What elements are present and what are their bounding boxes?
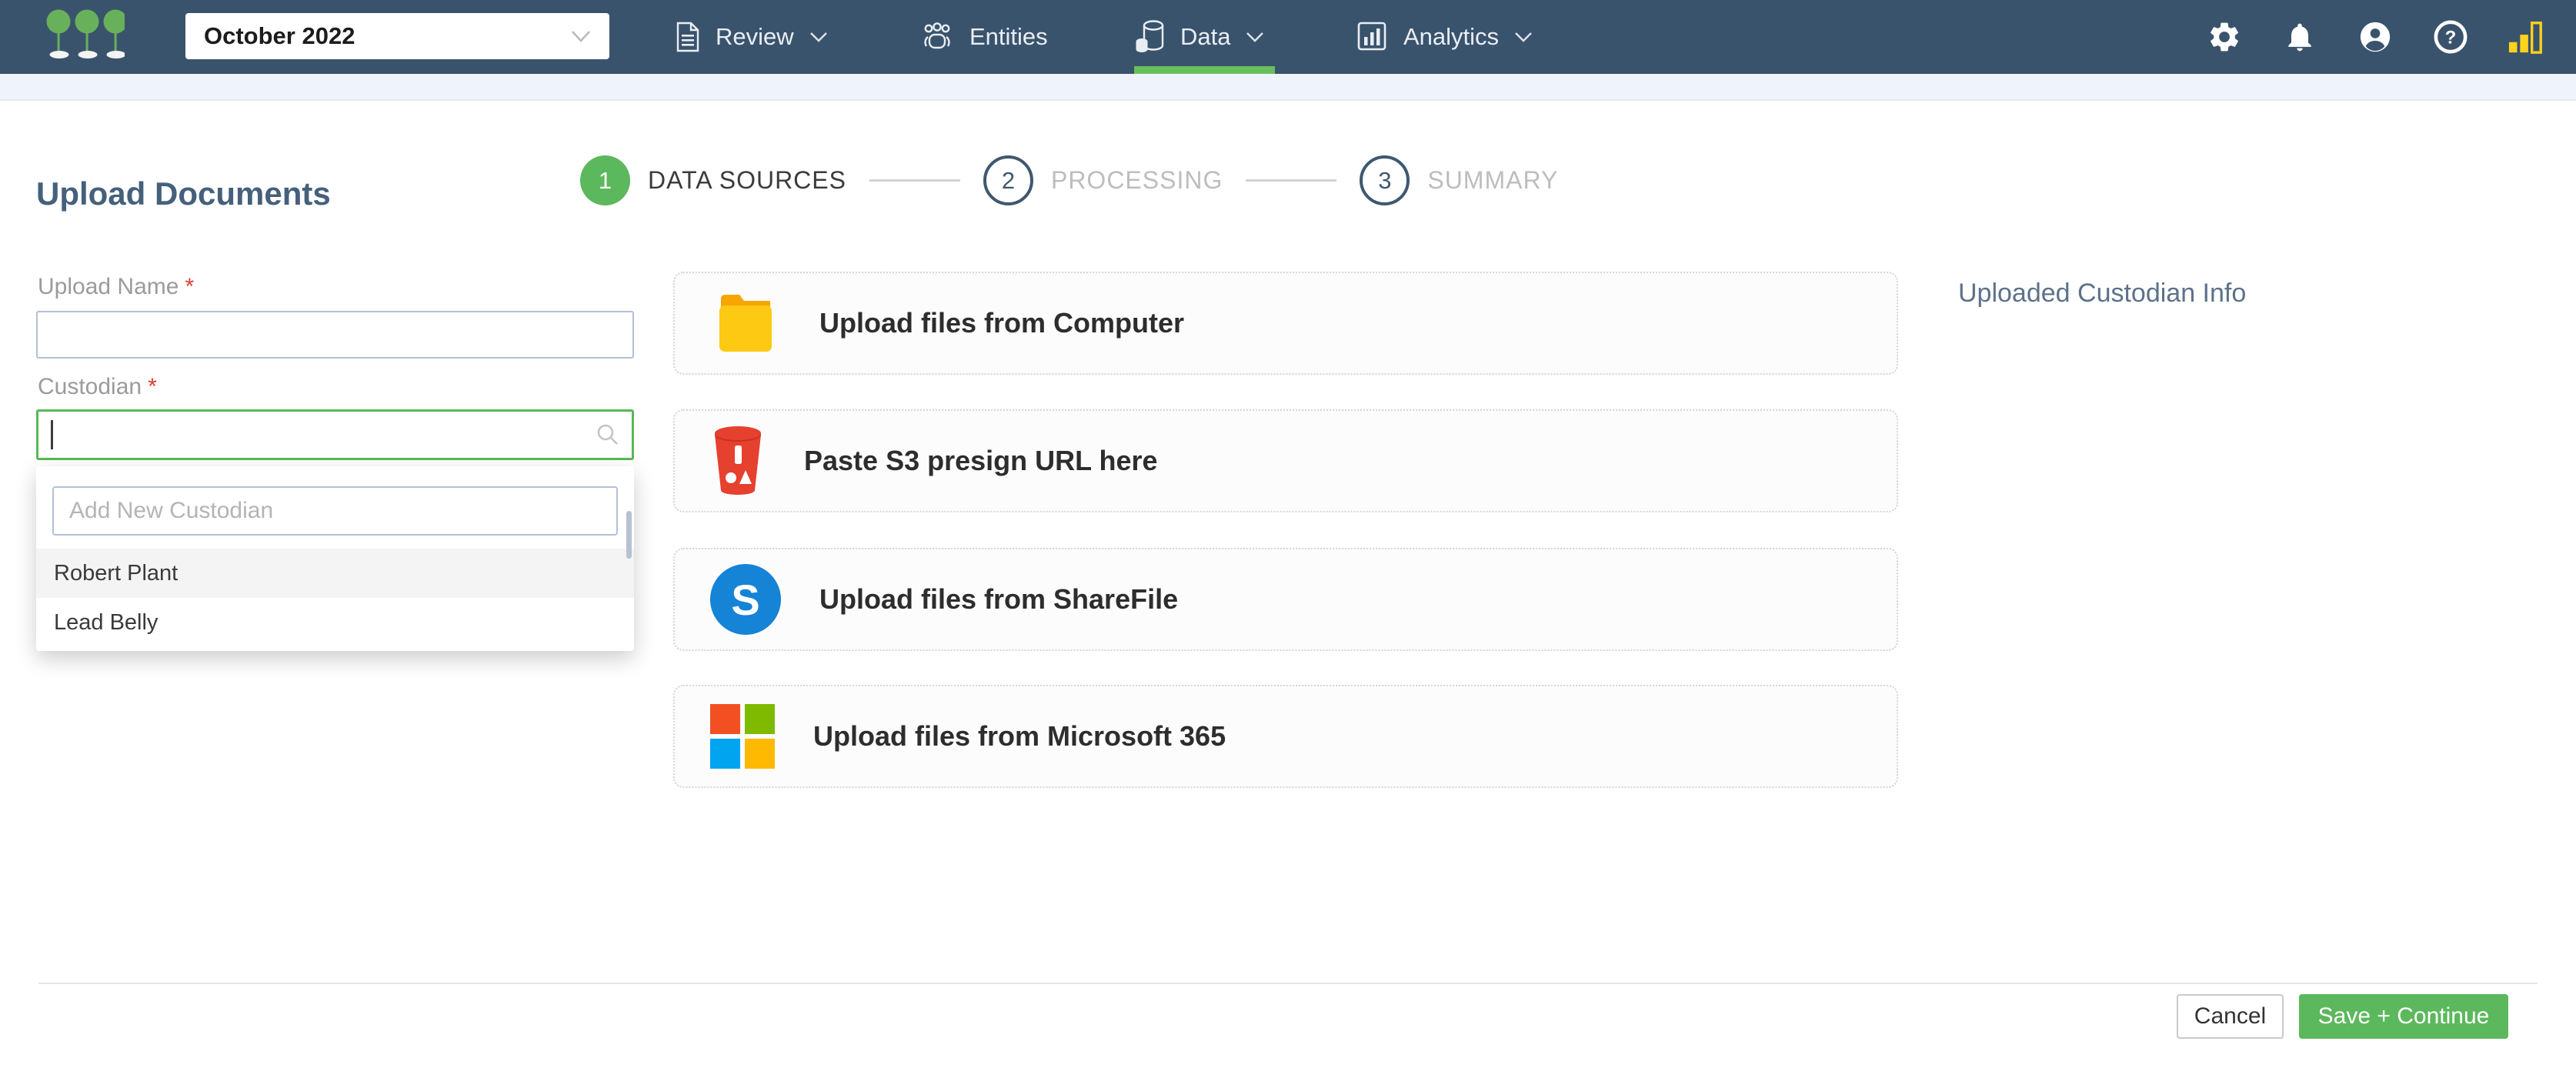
source-card-label: Upload files from ShareFile (819, 583, 1179, 615)
required-asterisk: * (185, 274, 195, 299)
search-icon (597, 424, 618, 445)
top-navbar: October 2022 Review Entities Data Analyt… (0, 0, 2576, 74)
project-selector-value: October 2022 (204, 22, 355, 49)
reveal-logo-icon[interactable] (46, 8, 125, 61)
source-card-label: Upload files from Microsoft 365 (813, 720, 1226, 752)
cancel-button[interactable]: Cancel (2177, 994, 2284, 1039)
navbar-icon-group: ? (2206, 0, 2576, 74)
nav-item-entities[interactable]: Entities (920, 0, 1048, 74)
upload-from-microsoft-365-card[interactable]: Upload files from Microsoft 365 (673, 685, 1898, 788)
save-continue-button[interactable]: Save + Continue (2299, 994, 2508, 1039)
custodian-option[interactable]: Lead Belly (36, 598, 634, 647)
step-2-circle: 2 (983, 155, 1033, 205)
sharefile-glyph: S (731, 575, 760, 624)
nav-item-label: Analytics (1403, 23, 1500, 50)
nav-item-analytics[interactable]: Analytics (1357, 0, 1533, 74)
database-icon (1136, 20, 1164, 52)
source-card-label: Upload files from Computer (819, 307, 1185, 339)
nav-item-review[interactable]: Review (676, 0, 828, 74)
sub-navbar-strip (0, 74, 2576, 101)
connection-status-icon[interactable] (2508, 0, 2544, 74)
nav-item-data[interactable]: Data (1134, 0, 1275, 74)
people-icon (924, 22, 950, 49)
nav-item-label: Data (1180, 23, 1231, 50)
paste-s3-url-card[interactable]: Paste S3 presign URL here (673, 409, 1898, 512)
custodian-input[interactable] (36, 409, 634, 460)
account-avatar-icon[interactable] (2357, 0, 2394, 74)
custodian-label: Custodian * (38, 374, 157, 399)
upload-name-label: Upload Name * (38, 274, 195, 299)
step-2-label: PROCESSING (1050, 166, 1223, 194)
step-1-label: DATA SOURCES (648, 166, 846, 194)
chevron-down-icon (1515, 32, 1532, 42)
s3-bucket-icon (710, 424, 766, 498)
text-cursor (51, 420, 53, 449)
step-3-circle: 3 (1360, 155, 1410, 205)
notifications-bell-icon[interactable] (2281, 0, 2318, 74)
nav-item-label: Review (716, 23, 794, 50)
document-icon (676, 22, 699, 52)
step-connector (1246, 179, 1337, 182)
footer-divider (38, 983, 2538, 984)
upload-documents-page: October 2022 Review Entities Data Analyt… (0, 0, 2576, 1068)
project-selector[interactable]: October 2022 (185, 13, 609, 59)
settings-gear-icon[interactable] (2206, 0, 2243, 74)
bar-chart-icon (1357, 22, 1386, 51)
step-connector (869, 179, 960, 182)
microsoft-icon (710, 704, 775, 769)
chevron-down-icon (1246, 32, 1264, 42)
custodian-option[interactable]: Robert Plant (36, 549, 634, 598)
add-new-custodian-input[interactable] (52, 486, 618, 536)
step-1-circle: 1 (580, 155, 630, 205)
upload-name-input[interactable] (36, 311, 634, 359)
sharefile-icon: S (710, 564, 781, 635)
custodian-dropdown: Robert Plant Lead Belly (36, 466, 634, 651)
source-card-label: Paste S3 presign URL here (804, 445, 1158, 476)
upload-from-computer-card[interactable]: Upload files from Computer (673, 272, 1898, 375)
wizard-stepper: 1 DATA SOURCES 2 PROCESSING 3 SUMMARY (580, 155, 1558, 205)
page-title: Upload Documents (36, 175, 331, 212)
svg-text:?: ? (2445, 27, 2457, 48)
help-icon[interactable]: ? (2432, 0, 2469, 74)
upload-from-sharefile-card[interactable]: S Upload files from ShareFile (673, 548, 1898, 651)
folder-icon (710, 292, 781, 355)
required-asterisk: * (148, 374, 157, 399)
step-3-label: SUMMARY (1427, 166, 1559, 194)
chevron-down-icon (572, 30, 590, 42)
chevron-down-icon (809, 32, 827, 42)
dropdown-scrollbar[interactable] (626, 511, 632, 559)
nav-item-label: Entities (969, 23, 1048, 50)
uploaded-custodian-info-title: Uploaded Custodian Info (1958, 279, 2247, 308)
